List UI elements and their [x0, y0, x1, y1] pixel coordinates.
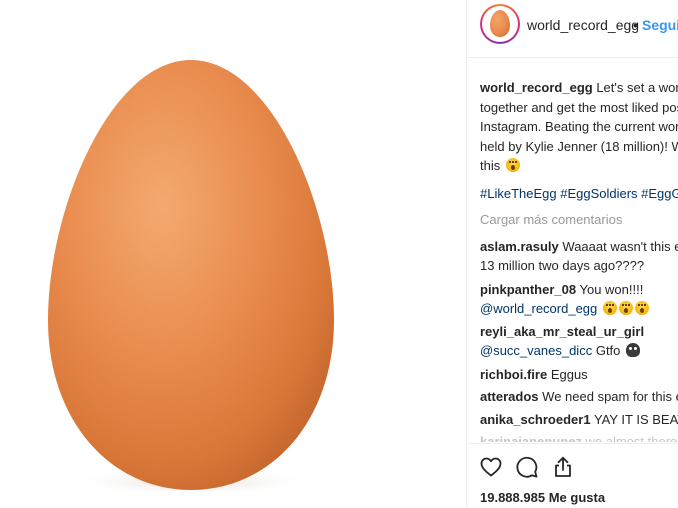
comment-item: anika_schroeder1 YAY IT IS BEATEN! — [480, 410, 678, 429]
comment-mention[interactable]: @world_record_egg — [480, 301, 597, 316]
comment-item: atterados We need spam for this eg — [480, 387, 678, 406]
header-username[interactable]: world_record_egg — [527, 17, 639, 33]
comment-text: Gtfo — [595, 343, 621, 358]
scream-emoji-icon — [634, 301, 649, 315]
comment-icon[interactable] — [515, 455, 539, 479]
caption-line: Instagram. Beating the current world — [480, 119, 678, 134]
post-hashtags[interactable]: #LikeTheEgg #EggSoldiers #EggGan — [480, 186, 678, 201]
heart-icon[interactable] — [479, 455, 503, 479]
comment-item: reyli_aka_mr_steal_ur_girl @succ_vanes_d… — [480, 322, 644, 360]
post-photo[interactable] — [0, 0, 466, 508]
comment-item: karinajanenunez we almost there — [480, 432, 677, 442]
caption-line: this — [480, 158, 501, 173]
comment-item: pinkpanther_08 You won!!!! @world_record… — [480, 280, 649, 318]
skull-emoji-icon — [626, 343, 641, 357]
actions-divider — [467, 443, 678, 444]
caption-line: together and get the most liked pos — [480, 99, 678, 115]
post-sidebar: world_record_egg • Seguir world_record_e… — [467, 0, 678, 508]
caption-username[interactable]: world_record_egg — [480, 80, 593, 95]
comment-text: Eggus — [550, 367, 588, 382]
comment-username[interactable]: atterados — [480, 389, 539, 404]
scream-emoji-icon — [505, 158, 520, 172]
follow-button[interactable]: Seguir — [642, 17, 678, 33]
post-header: world_record_egg • Seguir — [467, 0, 678, 58]
comment-username[interactable]: reyli_aka_mr_steal_ur_girl — [480, 324, 644, 339]
comment-username[interactable]: aslam.rasuly — [480, 239, 559, 254]
comment-item: aslam.rasuly Waaaat wasn't this egg 13 m… — [480, 237, 678, 275]
caption-line: held by Kylie Jenner (18 million)! We — [480, 138, 678, 154]
load-more-comments-button[interactable]: Cargar más comentarios — [480, 212, 622, 227]
comment-mention[interactable]: @succ_vanes_dicc — [480, 343, 592, 358]
post-actions — [467, 446, 678, 486]
likes-count[interactable]: 19.888.985 Me gusta — [480, 490, 605, 505]
comment-text: YAY IT IS BEATEN! — [593, 412, 678, 427]
comment-item: richboi.fire Eggus — [480, 365, 588, 384]
likes-number: 19.888.985 — [480, 490, 546, 505]
comment-username[interactable]: anika_schroeder1 — [480, 412, 591, 427]
comment-text: Waaaat wasn't this egg — [562, 239, 678, 254]
comment-username[interactable]: karinajanenunez — [480, 434, 582, 442]
likes-label: Me gusta — [548, 490, 606, 505]
share-icon[interactable] — [551, 455, 575, 479]
avatar[interactable] — [480, 4, 520, 44]
scream-emoji-icon — [602, 301, 617, 315]
comment-text: we almost there — [585, 434, 678, 442]
scream-emoji-icon — [618, 301, 633, 315]
egg-image — [48, 60, 334, 496]
comment-username[interactable]: richboi.fire — [480, 367, 547, 382]
comment-text: You won!!!! — [579, 282, 644, 297]
comment-text: We need spam for this eg — [542, 389, 678, 404]
header-separator: • — [633, 17, 638, 33]
caption-line: Let's set a world — [596, 80, 678, 95]
comment-username[interactable]: pinkpanther_08 — [480, 282, 576, 297]
comment-text: 13 million two days ago???? — [480, 258, 645, 273]
post-caption: world_record_egg Let's set a world toget… — [480, 78, 678, 176]
egg-avatar-icon — [490, 10, 510, 37]
